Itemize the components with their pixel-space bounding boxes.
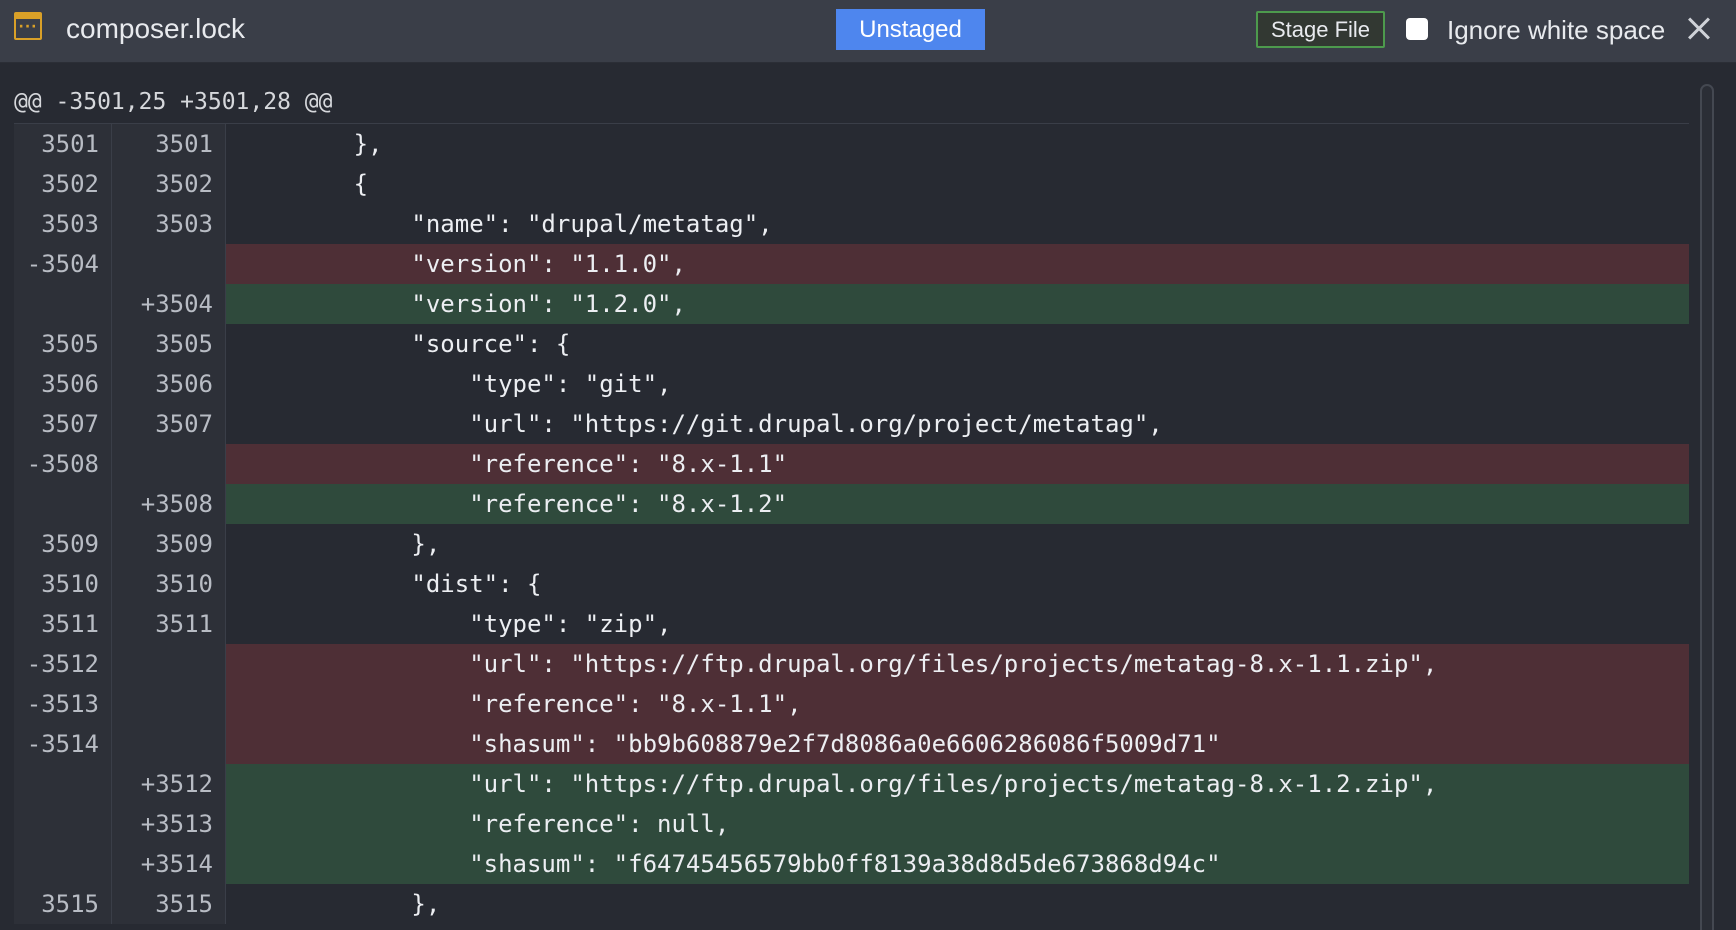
code-text: "shasum": "bb9b608879e2f7d8086a0e6606286… xyxy=(226,724,1689,764)
code-text: { xyxy=(238,170,369,198)
code-text: }, xyxy=(238,890,441,918)
old-line-number: 3505 xyxy=(14,324,112,364)
old-line-number xyxy=(14,844,112,884)
diff-line-del[interactable]: -3513 "reference": "8.x-1.1", xyxy=(14,684,1689,724)
diff-line-del[interactable]: -3514 "shasum": "bb9b608879e2f7d8086a0e6… xyxy=(14,724,1689,764)
file-options-icon[interactable]: ··· xyxy=(14,12,42,40)
diff-line-add[interactable]: +3513 "reference": null, xyxy=(14,804,1689,844)
diff-line-ctx[interactable]: 3501 3501 }, xyxy=(14,124,1689,164)
new-line-number: +3508 xyxy=(112,484,226,524)
hunk-header: @@ -3501,25 +3501,28 @@ xyxy=(14,89,333,115)
diff-line-ctx[interactable]: 3503 3503 "name": "drupal/metatag", xyxy=(14,204,1689,244)
code-text: "shasum": "f64745456579bb0ff8139a38d8d5d… xyxy=(226,844,1689,884)
diff-line-add[interactable]: +3512 "url": "https://ftp.drupal.org/fil… xyxy=(14,764,1689,804)
new-line-number: +3513 xyxy=(112,804,226,844)
code-text: "source": { xyxy=(238,330,571,358)
old-line-number: 3509 xyxy=(14,524,112,564)
code-text: "url": "https://ftp.drupal.org/files/pro… xyxy=(226,644,1689,684)
diff-line-ctx[interactable]: 3510 3510 "dist": { xyxy=(14,564,1689,604)
old-line-number: -3513 xyxy=(14,684,112,724)
new-line-number xyxy=(112,644,226,684)
new-line-number: +3514 xyxy=(112,844,226,884)
code-text: "version": "1.1.0", xyxy=(226,244,1689,284)
old-line-number xyxy=(14,804,112,844)
diff-line-add[interactable]: +3508 "reference": "8.x-1.2" xyxy=(14,484,1689,524)
diff-line-del[interactable]: -3504 "version": "1.1.0", xyxy=(14,244,1689,284)
code-text: "url": "https://ftp.drupal.org/files/pro… xyxy=(226,764,1689,804)
new-line-number: 3510 xyxy=(112,564,226,604)
old-line-number: 3507 xyxy=(14,404,112,444)
new-line-number: 3503 xyxy=(112,204,226,244)
new-line-number: 3507 xyxy=(112,404,226,444)
code-text: "dist": { xyxy=(238,570,542,598)
old-line-number: 3511 xyxy=(14,604,112,644)
stage-file-button[interactable]: Stage File xyxy=(1256,11,1385,48)
old-line-number: 3503 xyxy=(14,204,112,244)
code-text: "reference": "8.x-1.1" xyxy=(226,444,1689,484)
new-line-number: 3505 xyxy=(112,324,226,364)
diff-view: 3501 3501 }, 3502 3502 {3503 3503 "name": "d… xyxy=(14,123,1689,924)
diff-line-ctx[interactable]: 3505 3505 "source": { xyxy=(14,324,1689,364)
old-line-number: 3510 xyxy=(14,564,112,604)
code-text: "reference": "8.x-1.1", xyxy=(226,684,1689,724)
diff-line-ctx[interactable]: 3511 3511 "type": "zip", xyxy=(14,604,1689,644)
new-line-number xyxy=(112,684,226,724)
code-text: "reference": null, xyxy=(226,804,1689,844)
diff-line-add[interactable]: +3504 "version": "1.2.0", xyxy=(14,284,1689,324)
ignore-white-space-checkbox[interactable] xyxy=(1406,18,1428,40)
code-text: "type": "zip", xyxy=(238,610,672,638)
new-line-number: +3504 xyxy=(112,284,226,324)
code-text: "type": "git", xyxy=(238,370,672,398)
code-text: }, xyxy=(238,530,441,558)
diff-header: ··· composer.lock Unstaged Stage File Ig… xyxy=(0,0,1736,63)
code-text: "name": "drupal/metatag", xyxy=(238,210,773,238)
new-line-number: 3502 xyxy=(112,164,226,204)
new-line-number xyxy=(112,724,226,764)
new-line-number: 3511 xyxy=(112,604,226,644)
new-line-number xyxy=(112,444,226,484)
old-line-number: 3515 xyxy=(14,884,112,924)
diff-line-del[interactable]: -3508 "reference": "8.x-1.1" xyxy=(14,444,1689,484)
old-line-number xyxy=(14,284,112,324)
old-line-number: 3506 xyxy=(14,364,112,404)
old-line-number: -3512 xyxy=(14,644,112,684)
diff-line-del[interactable]: -3512 "url": "https://ftp.drupal.org/fil… xyxy=(14,644,1689,684)
new-line-number: 3501 xyxy=(112,124,226,164)
diff-line-ctx[interactable]: 3506 3506 "type": "git", xyxy=(14,364,1689,404)
diff-line-ctx[interactable]: 3509 3509 }, xyxy=(14,524,1689,564)
vertical-scrollbar[interactable] xyxy=(1700,84,1714,930)
old-line-number: -3514 xyxy=(14,724,112,764)
code-text: "reference": "8.x-1.2" xyxy=(226,484,1689,524)
old-line-number: -3508 xyxy=(14,444,112,484)
code-text: "version": "1.2.0", xyxy=(226,284,1689,324)
close-icon[interactable] xyxy=(1684,14,1714,44)
diff-line-add[interactable]: +3514 "shasum": "f64745456579bb0ff8139a3… xyxy=(14,844,1689,884)
new-line-number: 3515 xyxy=(112,884,226,924)
old-line-number: -3504 xyxy=(14,244,112,284)
diff-line-ctx[interactable]: 3515 3515 }, xyxy=(14,884,1689,924)
old-line-number xyxy=(14,484,112,524)
old-line-number: 3502 xyxy=(14,164,112,204)
code-text: "url": "https://git.drupal.org/project/m… xyxy=(238,410,1163,438)
unstaged-status-badge[interactable]: Unstaged xyxy=(836,9,985,50)
diff-line-ctx[interactable]: 3502 3502 { xyxy=(14,164,1689,204)
diff-line-ctx[interactable]: 3507 3507 "url": "https://git.drupal.org/… xyxy=(14,404,1689,444)
file-name: composer.lock xyxy=(66,13,245,44)
old-line-number: 3501 xyxy=(14,124,112,164)
new-line-number: 3509 xyxy=(112,524,226,564)
new-line-number xyxy=(112,244,226,284)
new-line-number: 3506 xyxy=(112,364,226,404)
new-line-number: +3512 xyxy=(112,764,226,804)
code-text: }, xyxy=(238,130,383,158)
old-line-number xyxy=(14,764,112,804)
ignore-white-space-label[interactable]: Ignore white space xyxy=(1447,0,1665,60)
